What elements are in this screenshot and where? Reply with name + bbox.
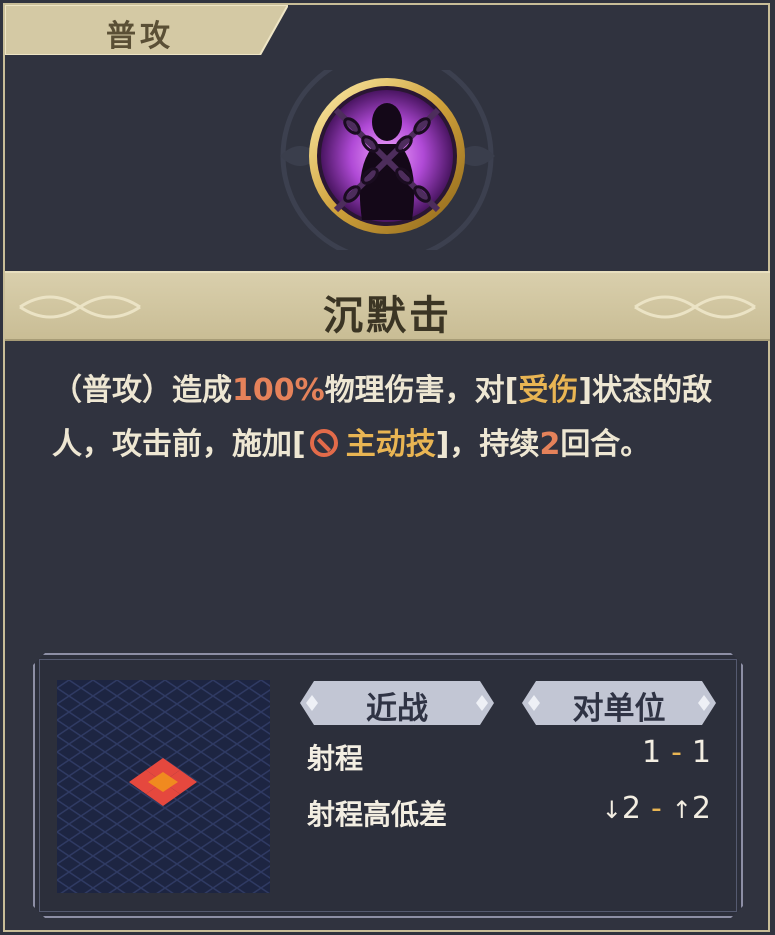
height-up: 2 bbox=[691, 791, 711, 826]
damage-percent: 100% bbox=[232, 373, 325, 408]
skill-info-box: 近战 对单位 射程 1-1 射程高低差 ↓2- ↑2 bbox=[33, 653, 743, 918]
desc-part4: ]，持续 bbox=[435, 427, 540, 462]
skill-description: （普攻）造成100%物理伤害，对[受伤]状态的敌人，攻击前，施加[主动技]，持续… bbox=[52, 364, 732, 472]
desc-part2: 物理伤害，对[ bbox=[324, 373, 519, 408]
tag-melee: 近战 bbox=[300, 681, 494, 725]
tag-melee-label: 近战 bbox=[366, 691, 428, 727]
range-value: 1-1 bbox=[642, 735, 711, 770]
tag-single-target: 对单位 bbox=[522, 681, 716, 725]
skill-title-band: 沉默击 bbox=[5, 271, 770, 341]
desc-part5: 回合。 bbox=[560, 427, 651, 462]
range-grid-map bbox=[57, 680, 270, 893]
range-label: 射程 bbox=[307, 742, 364, 775]
range-dash: - bbox=[671, 735, 682, 770]
range-min: 1 bbox=[641, 735, 662, 770]
desc-part1: （普攻）造成 bbox=[52, 373, 232, 408]
skill-emblem bbox=[280, 49, 495, 263]
height-diff-value: ↓2- ↑2 bbox=[602, 791, 711, 826]
skill-detail-panel: 普攻 沉默击 （普攻）造成100%物理伤害，对[受伤]状态的敌人，攻击前，施加[… bbox=[0, 0, 775, 935]
range-max: 1 bbox=[691, 735, 711, 770]
arrow-up-icon: ↑ bbox=[671, 796, 692, 824]
effect-keyword: 主动技 bbox=[345, 427, 436, 462]
height-dash: - bbox=[650, 791, 662, 826]
duration-value: 2 bbox=[539, 427, 561, 462]
height-down: 2 bbox=[621, 791, 641, 826]
arrow-down-icon: ↓ bbox=[601, 796, 622, 824]
category-tab: 普攻 bbox=[5, 5, 288, 55]
category-tab-label: 普攻 bbox=[106, 19, 174, 54]
status-keyword: 受伤 bbox=[518, 373, 579, 408]
skill-name: 沉默击 bbox=[323, 293, 452, 339]
tag-single-target-label: 对单位 bbox=[572, 691, 666, 727]
height-diff-label: 射程高低差 bbox=[307, 798, 448, 831]
ban-icon bbox=[309, 429, 338, 457]
